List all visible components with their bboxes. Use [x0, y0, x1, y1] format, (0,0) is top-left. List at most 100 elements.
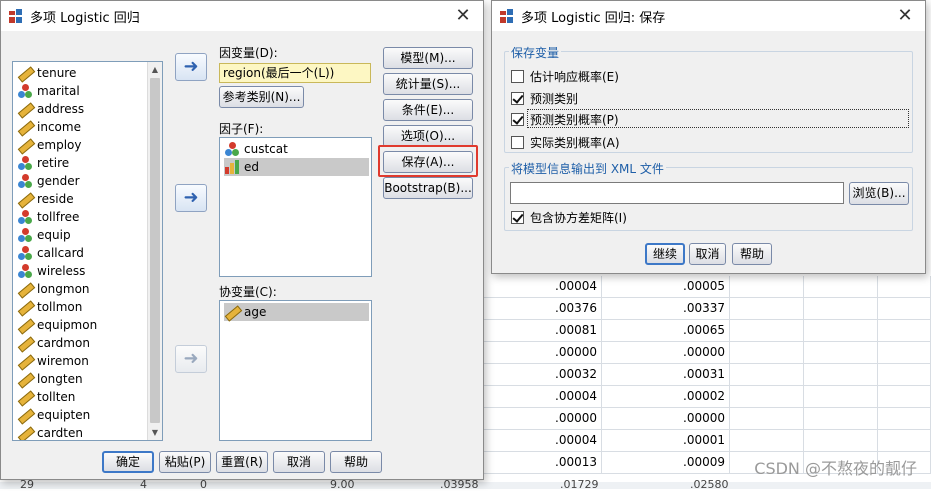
- grid-cell[interactable]: [730, 386, 804, 408]
- variable-list-item[interactable]: equip: [17, 226, 71, 244]
- move-to-factor-button[interactable]: ➜: [175, 184, 207, 212]
- grid-cell[interactable]: [804, 320, 878, 342]
- grid-cell[interactable]: .00000: [470, 342, 602, 364]
- variable-list-item[interactable]: wiremon: [17, 352, 89, 370]
- grid-cell[interactable]: [878, 386, 931, 408]
- grid-cell[interactable]: .00005: [602, 276, 730, 298]
- factor-list-item[interactable]: custcat: [224, 140, 369, 158]
- grid-cell[interactable]: [804, 342, 878, 364]
- grid-cell[interactable]: [730, 276, 804, 298]
- grid-cell[interactable]: [804, 298, 878, 320]
- variable-list-item[interactable]: equipmon: [17, 316, 97, 334]
- grid-cell[interactable]: [730, 430, 804, 452]
- grid-cell[interactable]: [730, 320, 804, 342]
- close-icon[interactable]: ✕: [893, 4, 917, 28]
- continue-button[interactable]: 继续: [645, 243, 685, 265]
- grid-cell[interactable]: .00002: [602, 386, 730, 408]
- grid-cell[interactable]: [878, 320, 931, 342]
- variable-list-item[interactable]: equipten: [17, 406, 90, 424]
- predicted-category-prob-checkbox[interactable]: 预测类别概率(P): [511, 110, 619, 128]
- covariate-list[interactable]: age: [219, 300, 372, 441]
- grid-cell[interactable]: [730, 298, 804, 320]
- browse-button[interactable]: 浏览(B)...: [849, 182, 909, 205]
- grid-cell[interactable]: .00004: [470, 386, 602, 408]
- variable-list-item[interactable]: employ: [17, 136, 81, 154]
- variable-list-scrollbar[interactable]: ▲ ▼: [147, 62, 162, 440]
- variable-list-item[interactable]: tollmon: [17, 298, 82, 316]
- reset-button[interactable]: 重置(R): [216, 451, 268, 473]
- main-titlebar[interactable]: 多项 Logistic 回归 ✕: [1, 1, 483, 31]
- grid-cell[interactable]: [730, 364, 804, 386]
- variable-list-item[interactable]: callcard: [17, 244, 84, 262]
- grid-cell[interactable]: [878, 298, 931, 320]
- scroll-thumb[interactable]: [150, 78, 160, 423]
- xml-path-input[interactable]: [510, 182, 844, 204]
- variable-list-item[interactable]: marital: [17, 82, 80, 100]
- grid-cell[interactable]: [804, 408, 878, 430]
- variable-list-item[interactable]: tollfree: [17, 208, 79, 226]
- move-to-dependent-button[interactable]: ➜: [175, 53, 207, 81]
- variable-list-item[interactable]: wireless: [17, 262, 85, 280]
- grid-cell[interactable]: .00376: [470, 298, 602, 320]
- factor-list-item[interactable]: ed: [224, 158, 369, 176]
- factor-list[interactable]: custcat ed: [219, 137, 372, 277]
- close-icon[interactable]: ✕: [451, 4, 475, 28]
- grid-cell[interactable]: .00031: [602, 364, 730, 386]
- variable-list-item[interactable]: reside: [17, 190, 74, 208]
- grid-cell[interactable]: .00065: [602, 320, 730, 342]
- covariate-list-item[interactable]: age: [224, 303, 369, 321]
- options-button[interactable]: 选项(O)...: [383, 125, 473, 147]
- ok-button[interactable]: 确定: [102, 451, 154, 473]
- variable-list-item[interactable]: tollten: [17, 388, 75, 406]
- variable-list-item[interactable]: address: [17, 100, 84, 118]
- grid-cell[interactable]: .00000: [602, 342, 730, 364]
- variable-list-item[interactable]: cardten: [17, 424, 83, 440]
- scroll-up-icon[interactable]: ▲: [148, 62, 162, 77]
- save-titlebar[interactable]: 多项 Logistic 回归: 保存 ✕: [492, 1, 925, 31]
- grid-cell[interactable]: [804, 430, 878, 452]
- grid-cell[interactable]: .00004: [470, 430, 602, 452]
- grid-cell[interactable]: [730, 342, 804, 364]
- variable-list-item[interactable]: tenure: [17, 64, 76, 82]
- criteria-button[interactable]: 条件(E)...: [383, 99, 473, 121]
- grid-cell[interactable]: [878, 430, 931, 452]
- model-button[interactable]: 模型(M)...: [383, 47, 473, 69]
- grid-cell[interactable]: .00032: [470, 364, 602, 386]
- grid-cell[interactable]: .00001: [602, 430, 730, 452]
- variable-list-item[interactable]: income: [17, 118, 81, 136]
- grid-cell[interactable]: .00000: [470, 408, 602, 430]
- predicted-category-checkbox[interactable]: 预测类别: [511, 89, 578, 107]
- grid-cell[interactable]: [804, 386, 878, 408]
- move-to-covariate-button[interactable]: ➜: [175, 345, 207, 373]
- cancel-button[interactable]: 取消: [273, 451, 325, 473]
- grid-cell[interactable]: [730, 408, 804, 430]
- variable-list-item[interactable]: cardmon: [17, 334, 90, 352]
- grid-cell[interactable]: [804, 276, 878, 298]
- grid-cell[interactable]: .00000: [602, 408, 730, 430]
- help-button[interactable]: 帮助: [330, 451, 382, 473]
- grid-cell[interactable]: [878, 342, 931, 364]
- grid-cell[interactable]: .00004: [470, 276, 602, 298]
- variable-source-list[interactable]: tenure marital address income employ retire ge…: [12, 61, 163, 441]
- grid-cell[interactable]: [878, 276, 931, 298]
- variable-list-item[interactable]: longmon: [17, 280, 90, 298]
- grid-cell[interactable]: [804, 364, 878, 386]
- variable-list-item[interactable]: gender: [17, 172, 80, 190]
- scroll-down-icon[interactable]: ▼: [148, 425, 162, 440]
- paste-button[interactable]: 粘贴(P): [159, 451, 211, 473]
- grid-cell[interactable]: .00081: [470, 320, 602, 342]
- include-covariance-checkbox[interactable]: 包含协方差矩阵(I): [511, 208, 627, 226]
- dependent-field[interactable]: region(最后一个(L)): [219, 63, 371, 83]
- save-cancel-button[interactable]: 取消: [689, 243, 726, 265]
- estimated-response-prob-checkbox[interactable]: 估计响应概率(E): [511, 67, 619, 85]
- save-help-button[interactable]: 帮助: [732, 243, 772, 265]
- grid-cell[interactable]: [878, 408, 931, 430]
- grid-cell[interactable]: .00009: [602, 452, 730, 474]
- variable-list-item[interactable]: retire: [17, 154, 69, 172]
- statistics-button[interactable]: 统计量(S)...: [383, 73, 473, 95]
- variable-list-item[interactable]: longten: [17, 370, 83, 388]
- bootstrap-button[interactable]: Bootstrap(B)...: [383, 177, 473, 199]
- grid-cell[interactable]: .00013: [470, 452, 602, 474]
- actual-category-prob-checkbox[interactable]: 实际类别概率(A): [511, 133, 620, 151]
- grid-cell[interactable]: .00337: [602, 298, 730, 320]
